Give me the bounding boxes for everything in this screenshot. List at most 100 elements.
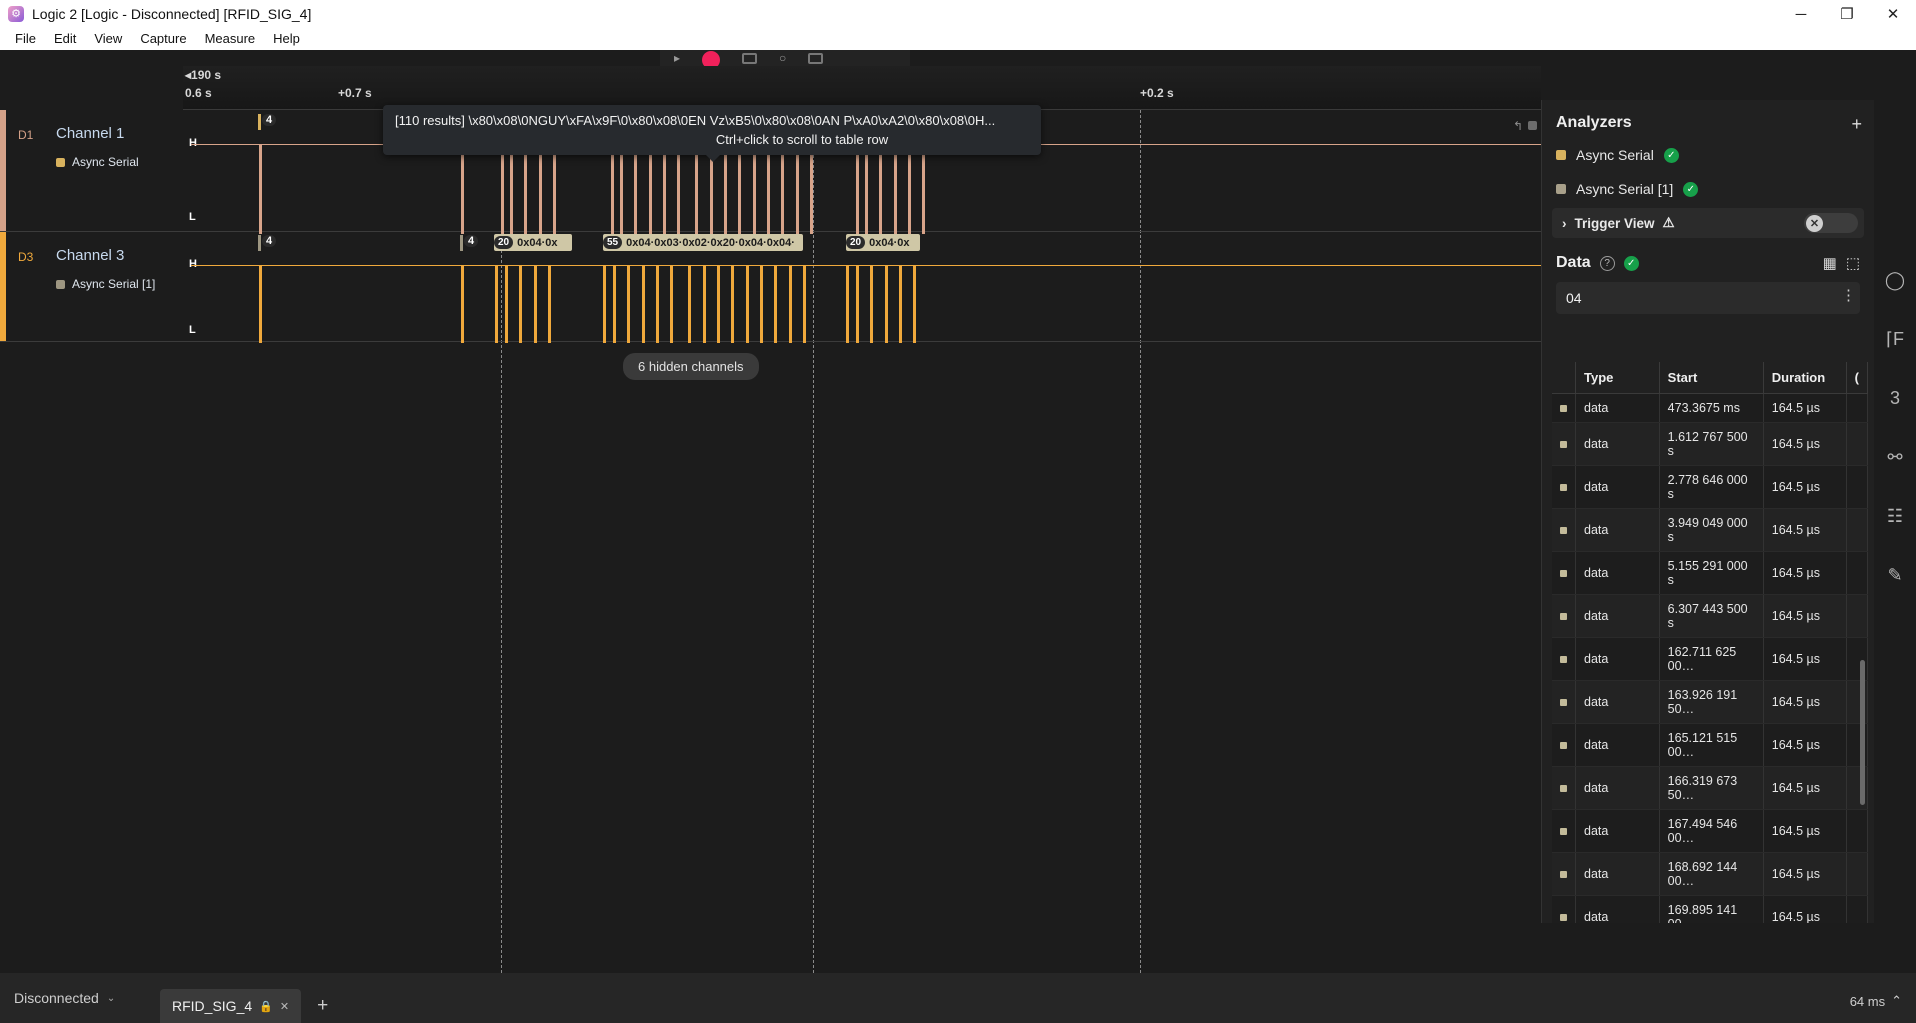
grid-view-icon[interactable]: ▦ bbox=[1823, 254, 1837, 272]
waveform-pulse bbox=[695, 144, 698, 234]
table-row[interactable]: data169.895 141 00…164.5 µs bbox=[1552, 895, 1868, 923]
terminal-view-icon[interactable]: ⬚ bbox=[1846, 254, 1860, 272]
hidden-channels-pill[interactable]: 6 hidden channels bbox=[623, 353, 759, 380]
waveform-pulse bbox=[865, 144, 868, 234]
analyzer-bubble[interactable]: 55 0x04·0x03·0x02·0x20·0x04·0x04· bbox=[603, 234, 803, 251]
col-extra[interactable]: ( bbox=[1846, 362, 1868, 394]
minimize-button[interactable]: ─ bbox=[1778, 0, 1824, 28]
waveform-pulse bbox=[656, 265, 659, 343]
row-marker-icon bbox=[1552, 393, 1576, 423]
waveform-pulse bbox=[611, 144, 614, 234]
channel-row-d3[interactable]: D3 Channel 3 Async Serial [1] bbox=[0, 232, 183, 342]
device-selector[interactable]: Disconnected ⌄ bbox=[0, 973, 160, 1023]
cell-duration: 164.5 µs bbox=[1763, 465, 1847, 509]
channel-analyzer-d1[interactable]: Async Serial bbox=[56, 155, 139, 169]
menu-item-help[interactable]: Help bbox=[264, 28, 309, 50]
col-type[interactable]: Type bbox=[1575, 362, 1660, 394]
trigger-view-row[interactable]: › Trigger View ⚠ ✕ bbox=[1552, 208, 1864, 238]
channel-name-d3[interactable]: Channel 3 bbox=[56, 247, 124, 264]
title-bar: ⚙ Logic 2 [Logic - Disconnected] [RFID_S… bbox=[0, 0, 1916, 28]
maximize-button[interactable]: ❐ bbox=[1824, 0, 1870, 28]
extensions-icon[interactable]: ☷ bbox=[1887, 506, 1903, 527]
add-analyzer-button[interactable]: + bbox=[1851, 114, 1862, 135]
channel-analyzer-d3[interactable]: Async Serial [1] bbox=[56, 277, 155, 291]
waveform-pulse bbox=[753, 144, 756, 234]
add-tab-button[interactable]: + bbox=[317, 995, 328, 1017]
undo-icon[interactable]: ↰ bbox=[1513, 119, 1523, 133]
cell-extra bbox=[1846, 594, 1868, 638]
table-row[interactable]: data 5.155 291 000 s 164.5 µs bbox=[1552, 551, 1868, 595]
waveform-pulse bbox=[495, 265, 498, 343]
trigger-view-toggle[interactable]: ✕ bbox=[1804, 213, 1858, 233]
table-row[interactable]: data 6.307 443 500 s 164.5 µs bbox=[1552, 594, 1868, 638]
menu-item-file[interactable]: File bbox=[6, 28, 45, 50]
window-controls: ─ ❐ ✕ bbox=[1778, 0, 1916, 28]
close-button[interactable]: ✕ bbox=[1870, 0, 1916, 28]
table-row[interactable]: data 167.494 546 00… 164.5 µs bbox=[1552, 809, 1868, 853]
cell-duration: 164.5 µs bbox=[1763, 680, 1847, 724]
chevron-up-icon[interactable]: ⌃ bbox=[1891, 993, 1902, 1009]
waveform-pulse bbox=[688, 265, 691, 343]
waveform-pulse bbox=[703, 265, 706, 343]
row-marker-icon bbox=[1552, 809, 1576, 853]
bookmark-icon[interactable]: ⚯ bbox=[1887, 447, 1902, 468]
cell-type: data bbox=[1575, 393, 1660, 423]
settings-icon[interactable]: ○ bbox=[779, 51, 786, 65]
analyzer-bubble[interactable]: 20 0x04·0x bbox=[846, 234, 920, 251]
table-row[interactable]: data 168.692 144 00… 164.5 µs bbox=[1552, 852, 1868, 896]
waveform-pulse bbox=[677, 144, 680, 234]
waveform-pulse bbox=[534, 265, 537, 343]
cell-start: 2.778 646 000 s bbox=[1659, 465, 1764, 509]
table-row[interactable]: data 162.711 625 00… 164.5 µs bbox=[1552, 637, 1868, 681]
menu-item-view[interactable]: View bbox=[85, 28, 131, 50]
waveform-pulse bbox=[789, 265, 792, 343]
table-row[interactable]: data 166.319 673 50… 164.5 µs bbox=[1552, 766, 1868, 810]
col-duration[interactable]: Duration bbox=[1763, 362, 1847, 394]
cell-start: 168.692 144 00… bbox=[1659, 852, 1764, 896]
menu-item-measure[interactable]: Measure bbox=[196, 28, 265, 50]
layers-icon[interactable]: ◯ bbox=[1885, 270, 1905, 291]
notes-icon[interactable]: ✎ bbox=[1887, 565, 1902, 586]
waverow-d3[interactable]: H L 4 4 20 0x04·0x 55 0x04·0x03·0x02·0x2… bbox=[183, 232, 1541, 343]
data-title: Data bbox=[1556, 254, 1591, 271]
waveform-pulse bbox=[879, 144, 882, 234]
waveform-pulse bbox=[796, 144, 799, 234]
trigger-view-label: Trigger View bbox=[1574, 215, 1655, 231]
table-row[interactable]: data 163.926 191 50… 164.5 µs bbox=[1552, 680, 1868, 724]
analyzer-item-async-serial-1[interactable]: Async Serial [1] ✓ bbox=[1542, 172, 1874, 206]
waveform-pulse bbox=[634, 144, 637, 234]
help-icon[interactable]: ? bbox=[1599, 255, 1615, 271]
cell-extra bbox=[1846, 393, 1868, 423]
table-scrollbar[interactable] bbox=[1860, 660, 1865, 805]
data-search-input[interactable]: 04 ⋮ bbox=[1556, 282, 1860, 314]
data-table-wrapper[interactable]: Type Start Duration ( data 473.3675 ms 164… bbox=[1552, 362, 1868, 923]
table-row[interactable]: data 2.778 646 000 s 164.5 µs bbox=[1552, 465, 1868, 509]
measurements-icon[interactable]: 3 bbox=[1890, 388, 1900, 409]
waveform-canvas[interactable]: ↰ H L 4 2 40 \x80\x0 99+ \x80\x08\0NGUY\… bbox=[183, 110, 1541, 973]
waveform-pulse bbox=[885, 265, 888, 343]
table-row[interactable]: data 473.3675 ms 164.5 µs bbox=[1552, 393, 1868, 423]
lock-icon[interactable]: 🔒 bbox=[259, 1000, 273, 1013]
capture-tab-rfid-sig-4[interactable]: RFID_SIG_4 🔒 ✕ bbox=[160, 989, 302, 1023]
bubble-text: 0x04·0x bbox=[517, 236, 558, 249]
capture-options-icon[interactable] bbox=[808, 52, 824, 64]
table-row[interactable]: data 1.612 767 500 s 164.5 µs bbox=[1552, 422, 1868, 466]
cell-extra bbox=[1846, 852, 1868, 896]
close-icon[interactable]: ✕ bbox=[280, 1000, 289, 1013]
trigger-icon[interactable]: ⌈F bbox=[1886, 329, 1904, 350]
value-marker-tick bbox=[460, 235, 463, 251]
analyzer-item-async-serial[interactable]: Async Serial ✓ bbox=[1542, 138, 1874, 172]
menu-item-capture[interactable]: Capture bbox=[131, 28, 195, 50]
cell-start: 6.307 443 500 s bbox=[1659, 594, 1764, 638]
table-row[interactable]: data 165.121 515 00… 164.5 µs bbox=[1552, 723, 1868, 767]
channel-name-d1[interactable]: Channel 1 bbox=[56, 125, 124, 142]
table-row[interactable]: data 3.949 049 000 s 164.5 µs bbox=[1552, 508, 1868, 552]
channel-row-d1[interactable]: D1 Channel 1 Async Serial bbox=[0, 110, 183, 232]
timeline-ruler[interactable]: ◂190 s 0.6 s +0.7 s +0.2 s bbox=[183, 66, 1541, 110]
menu-item-edit[interactable]: Edit bbox=[45, 28, 85, 50]
col-start[interactable]: Start bbox=[1659, 362, 1764, 394]
play-icon[interactable]: ▸ bbox=[674, 51, 680, 65]
stop-icon[interactable] bbox=[742, 52, 758, 64]
analyzer-bubble[interactable]: 20 0x04·0x bbox=[494, 234, 572, 251]
search-options-icon[interactable]: ⋮ bbox=[1841, 286, 1856, 304]
